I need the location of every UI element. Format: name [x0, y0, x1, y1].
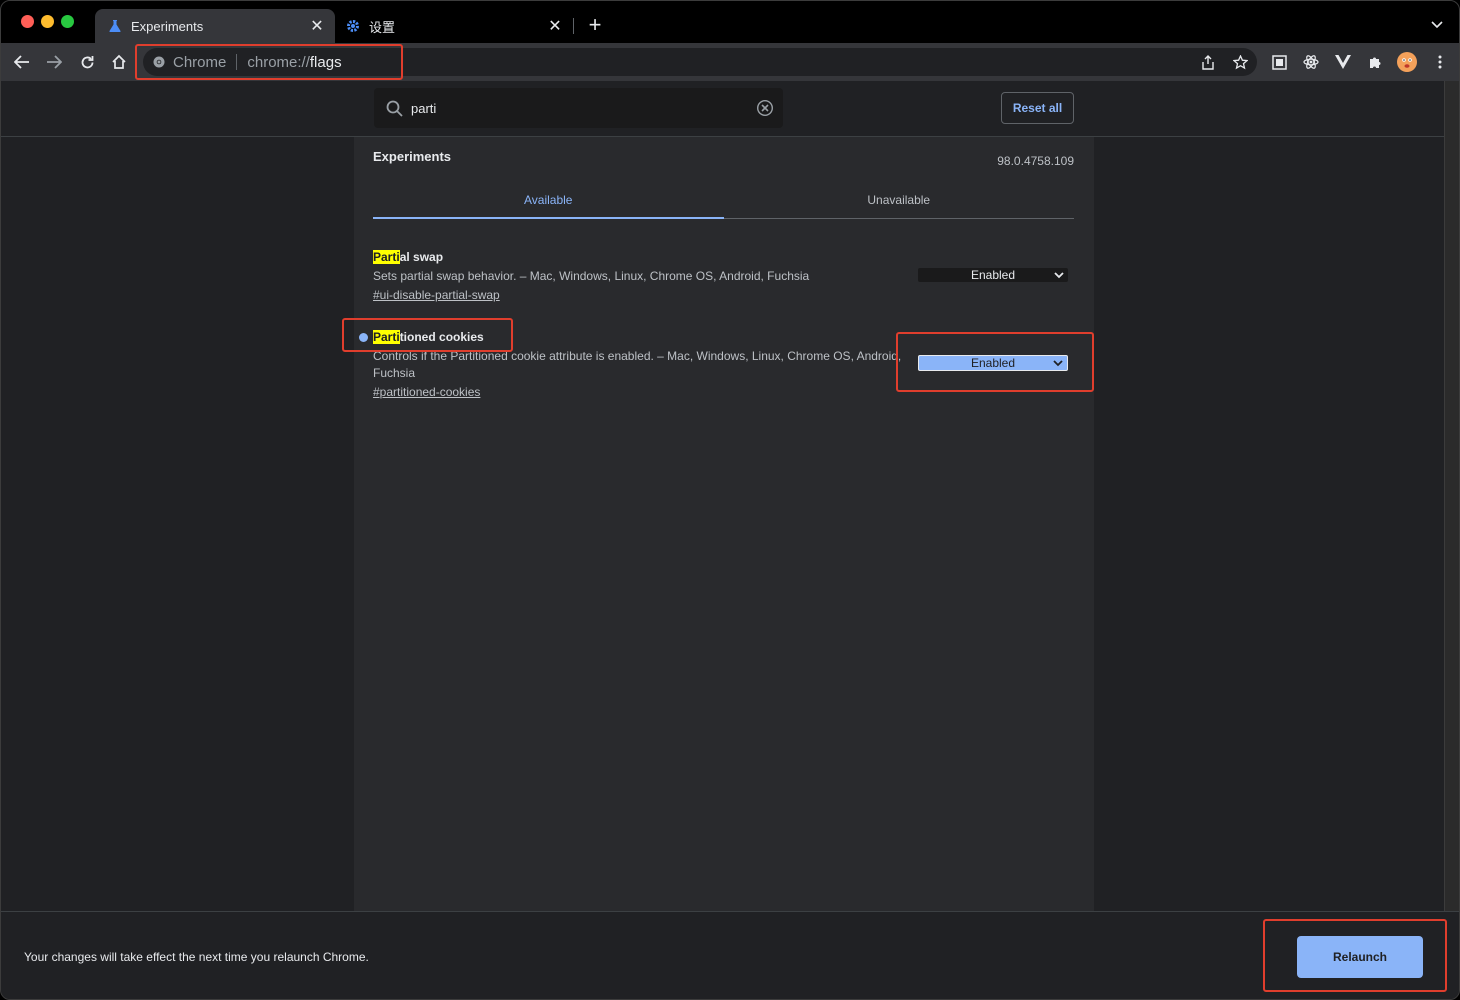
gear-icon — [345, 18, 361, 34]
reload-icon[interactable] — [76, 51, 98, 73]
flag-partial-swap: Partial swap Sets partial swap behavior.… — [373, 250, 1074, 304]
close-window-button[interactable] — [21, 15, 34, 28]
flag-permalink[interactable]: #ui-disable-partial-swap — [373, 288, 500, 302]
flag-permalink[interactable]: #partitioned-cookies — [373, 385, 480, 399]
page-content: parti Reset all Experiments 98.0.4758.10… — [1, 81, 1445, 911]
page-title: Experiments — [373, 149, 452, 164]
flags-header: parti Reset all — [1, 81, 1445, 137]
chevron-down-icon[interactable] — [1427, 15, 1447, 35]
close-tab-icon[interactable]: ✕ — [307, 16, 327, 36]
experiments-panel: Experiments 98.0.4758.109 Available Unav… — [354, 137, 1094, 911]
flag-description: Controls if the Partitioned cookie attri… — [373, 349, 902, 380]
search-value: parti — [411, 100, 437, 116]
tab-settings[interactable]: 设置 ✕ — [337, 9, 573, 43]
bookmark-star-icon[interactable] — [1229, 51, 1251, 73]
share-icon[interactable] — [1197, 51, 1219, 73]
tab-unavailable[interactable]: Unavailable — [724, 181, 1075, 218]
page-scrollbar[interactable] — [1444, 81, 1459, 911]
experiments-tabs: Available Unavailable — [373, 181, 1074, 219]
search-icon — [386, 100, 403, 117]
extension-square-icon[interactable] — [1268, 51, 1290, 73]
vue-devtools-icon[interactable] — [1332, 51, 1354, 73]
omnibox-actions — [1197, 51, 1251, 73]
flag-state-select[interactable]: Enabled — [918, 268, 1068, 282]
home-icon[interactable] — [108, 51, 130, 73]
relaunch-bar: Your changes will take effect the next t… — [1, 911, 1459, 999]
reset-all-button[interactable]: Reset all — [1001, 92, 1074, 124]
tab-separator — [573, 18, 574, 34]
back-icon[interactable] — [11, 51, 33, 73]
minimize-window-button[interactable] — [41, 15, 54, 28]
zoom-window-button[interactable] — [61, 15, 74, 28]
browser-window: Experiments ✕ 设置 ✕ + Chrome chrome:// fl… — [0, 0, 1460, 1000]
flask-icon — [107, 18, 123, 34]
chevron-down-icon — [1054, 268, 1064, 282]
relaunch-message: Your changes will take effect the next t… — [24, 950, 369, 964]
forward-icon[interactable] — [43, 51, 65, 73]
tab-available[interactable]: Available — [373, 181, 724, 219]
tab-strip: Experiments ✕ 设置 ✕ + — [1, 1, 1459, 43]
more-menu-icon[interactable] — [1429, 51, 1451, 73]
avatar[interactable] — [1396, 51, 1418, 73]
annotation-box-relaunch — [1263, 919, 1447, 992]
tab-experiments[interactable]: Experiments ✕ — [95, 9, 335, 43]
search-highlight: Parti — [373, 250, 400, 264]
annotation-box-address — [135, 44, 403, 80]
search-input[interactable]: parti — [374, 88, 783, 128]
version-label: 98.0.4758.109 — [997, 154, 1074, 168]
react-devtools-icon[interactable] — [1300, 51, 1322, 73]
new-tab-button[interactable]: + — [585, 14, 605, 36]
extensions-puzzle-icon[interactable] — [1364, 51, 1386, 73]
annotation-box-flag-name — [342, 318, 513, 352]
flag-title: Partial swap — [373, 250, 444, 264]
annotation-box-flag-select — [896, 332, 1094, 392]
close-tab-icon[interactable]: ✕ — [545, 16, 565, 36]
clear-search-icon[interactable] — [756, 99, 774, 117]
select-value: Enabled — [970, 268, 1016, 282]
flag-description: Sets partial swap behavior. – Mac, Windo… — [373, 269, 810, 283]
